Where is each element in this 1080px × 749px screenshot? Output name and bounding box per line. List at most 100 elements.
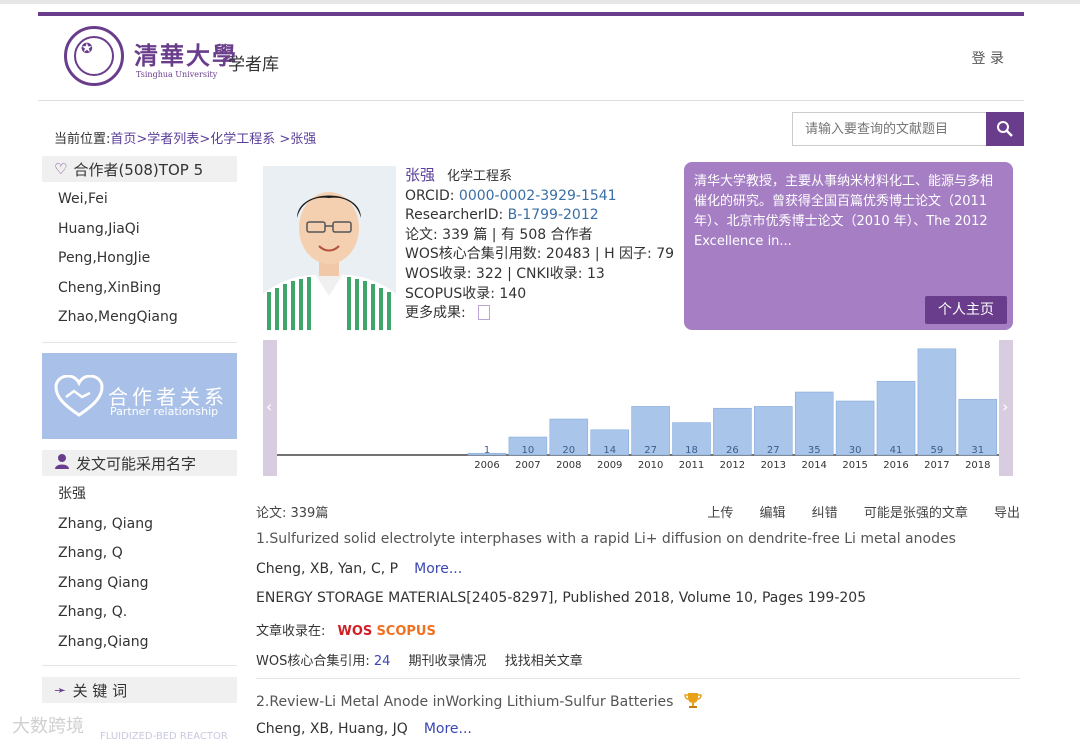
paper-citations: WOS核心合集引用: 24 期刊收录情况 找找相关文章 (256, 650, 583, 669)
document-icon[interactable] (478, 305, 491, 321)
scholar-name[interactable]: 张强 (405, 166, 435, 184)
coauthor-item[interactable]: Peng,HongJie (42, 244, 237, 274)
arrow-right-icon: ➛ (54, 681, 67, 699)
bar-value-label: 27 (767, 445, 780, 456)
x-tick-label: 2010 (638, 460, 663, 471)
breadcrumb-home[interactable]: 首页 (110, 132, 136, 147)
export-action[interactable]: 导出 (994, 506, 1020, 521)
names-panel: 发文可能采用名字 张强 Zhang, Qiang Zhang, Q Zhang … (42, 450, 237, 657)
researcherid-link[interactable]: B-1799-2012 (508, 207, 599, 223)
researcherid-label: ResearcherID: (405, 207, 508, 224)
cite-label: WOS核心合集引用: (256, 654, 374, 669)
indexing-summary: WOS收录: 322 | CNKI收录: 13 (405, 265, 605, 282)
bar-value-label: 1 (484, 445, 490, 456)
bar-value-label: 18 (685, 445, 698, 456)
logo-text[interactable]: 清華大學 (134, 36, 238, 71)
bar-2016[interactable] (876, 380, 916, 456)
bar-value-label: 30 (849, 445, 862, 456)
coauthor-item[interactable]: Huang,JiaQi (42, 215, 237, 245)
names-title: 发文可能采用名字 (76, 454, 197, 473)
bio-text: 清华大学教授，主要从事纳米材料化工、能源与多相催化的研究。曾获得全国百篇优秀博士… (694, 174, 994, 249)
handshake-icon: ♡ (54, 160, 68, 178)
bar-value-label: 41 (890, 445, 903, 456)
more-authors-link[interactable]: More... (424, 721, 472, 737)
paper-authors: Cheng, XB, Yan, C, P More... (256, 561, 463, 577)
bar-value-label: 26 (726, 445, 739, 456)
paper-authors: Cheng, XB, Huang, JQ More... (256, 721, 472, 737)
name-variant[interactable]: Zhang,Qiang (42, 628, 237, 658)
scopus-badge[interactable]: SCOPUS (376, 624, 435, 639)
bar-value-label: 59 (931, 445, 944, 456)
x-tick-label: 2012 (720, 460, 745, 471)
partner-subtitle: Partner relationship (110, 405, 219, 418)
university-seal-icon[interactable]: ✪ (64, 26, 124, 86)
edit-action[interactable]: 编辑 (760, 506, 786, 521)
paper-indexing: 文章收录在: WOS SCOPUS (256, 620, 436, 639)
possible-articles-action[interactable]: 可能是张强的文章 (864, 506, 968, 521)
paper-title[interactable]: 2.Review-Li Metal Anode inWorking Lithiu… (256, 691, 702, 710)
name-variant[interactable]: Zhang Qiang (42, 569, 237, 599)
paper-divider (256, 678, 1020, 679)
keywords-title: 关 键 词 (72, 681, 128, 700)
cite-count[interactable]: 24 (374, 654, 391, 669)
login-link[interactable]: 登 录 (972, 48, 1004, 68)
coauthor-item[interactable]: Cheng,XinBing (42, 274, 237, 304)
bar-value-label: 10 (522, 445, 535, 456)
site-title[interactable]: 学者库 (228, 50, 279, 75)
bar-value-label: 27 (644, 445, 657, 456)
chevron-left-icon: ‹ (266, 397, 272, 416)
bar-value-label: 20 (562, 445, 575, 456)
x-tick-label: 2015 (842, 460, 867, 471)
citation-summary: WOS核心合集引用数: 20483 | H 因子: 79 (405, 246, 675, 263)
paper-source: ENERGY STORAGE MATERIALS[2405-8297], Pub… (256, 590, 867, 606)
x-tick-label: 2008 (556, 460, 581, 471)
coauthor-item[interactable]: Zhao,MengQiang (42, 303, 237, 333)
search-button[interactable] (986, 112, 1024, 146)
bar-value-label: 31 (971, 445, 984, 456)
x-tick-label: 2013 (761, 460, 786, 471)
coauthor-item[interactable]: Wei,Fei (42, 185, 237, 215)
breadcrumb-prefix: 当前位置: (54, 132, 111, 147)
orcid-link[interactable]: 0000-0002-3929-1541 (459, 188, 617, 204)
name-variant[interactable]: Zhang, Q. (42, 598, 237, 628)
publications-chart: ‹ › 1 2006 10 2007 20 2008 14 2009 27 2010 18 2011 2… (263, 338, 1013, 478)
logo-subtitle: Tsinghua University (136, 70, 218, 79)
more-authors-link[interactable]: More... (414, 561, 462, 577)
bar-value-label: 14 (603, 445, 616, 456)
search-input[interactable] (792, 112, 986, 146)
x-tick-label: 2017 (924, 460, 949, 471)
divider (42, 342, 237, 343)
breadcrumb-current[interactable]: >张强 (275, 132, 316, 147)
keyword-item[interactable]: FLUIDIZED-BED REACTOR (100, 731, 228, 742)
wos-badge[interactable]: WOS (338, 624, 373, 639)
correct-action[interactable]: 纠错 (812, 506, 838, 521)
coauthors-header: ♡ 合作者(508)TOP 5 (42, 156, 237, 182)
x-tick-label: 2014 (801, 460, 826, 471)
upload-action[interactable]: 上传 (707, 506, 733, 521)
breadcrumb-scholars[interactable]: >学者列表 (136, 132, 199, 147)
bio-card: 清华大学教授，主要从事纳米材料化工、能源与多相催化的研究。曾获得全国百篇优秀博士… (684, 162, 1013, 330)
journal-info-link[interactable]: 期刊收录情况 (409, 654, 487, 669)
homepage-button[interactable]: 个人主页 (925, 296, 1007, 324)
watermark: 大数跨境 (12, 716, 84, 737)
keywords-panel: ➛ 关 键 词 (42, 677, 237, 703)
scopus-summary: SCOPUS收录: 140 (405, 285, 527, 302)
name-variant[interactable]: Zhang, Qiang (42, 510, 237, 540)
site-header: ✪ 清華大學 Tsinghua University 学者库 登 录 (38, 16, 1024, 101)
bar-value-label: 35 (808, 445, 821, 456)
partner-relationship-banner[interactable]: 合作者关系 Partner relationship (42, 353, 237, 439)
name-variant[interactable]: 张强 (42, 480, 237, 510)
breadcrumb: 当前位置:首页>学者列表>化学工程系 >张强 (54, 128, 316, 147)
breadcrumb-department[interactable]: >化学工程系 (199, 132, 275, 147)
paper-title[interactable]: 1.Sulfurized solid electrolyte interphas… (256, 531, 956, 547)
more-results-label: 更多成果: (405, 305, 466, 322)
department: 化学工程系 (447, 169, 513, 184)
related-articles-link[interactable]: 找找相关文章 (505, 654, 583, 669)
profile-info: 张强 化学工程系 ORCID: 0000-0002-3929-1541 Resea… (405, 166, 674, 324)
bar-2017[interactable] (917, 348, 957, 456)
papers-summary: 论文: 339 篇 | 有 508 合作者 (405, 226, 593, 243)
paper-count: 论文: 339篇 (256, 506, 329, 521)
profile-photo (263, 166, 396, 330)
x-tick-label: 2016 (883, 460, 908, 471)
name-variant[interactable]: Zhang, Q (42, 539, 237, 569)
